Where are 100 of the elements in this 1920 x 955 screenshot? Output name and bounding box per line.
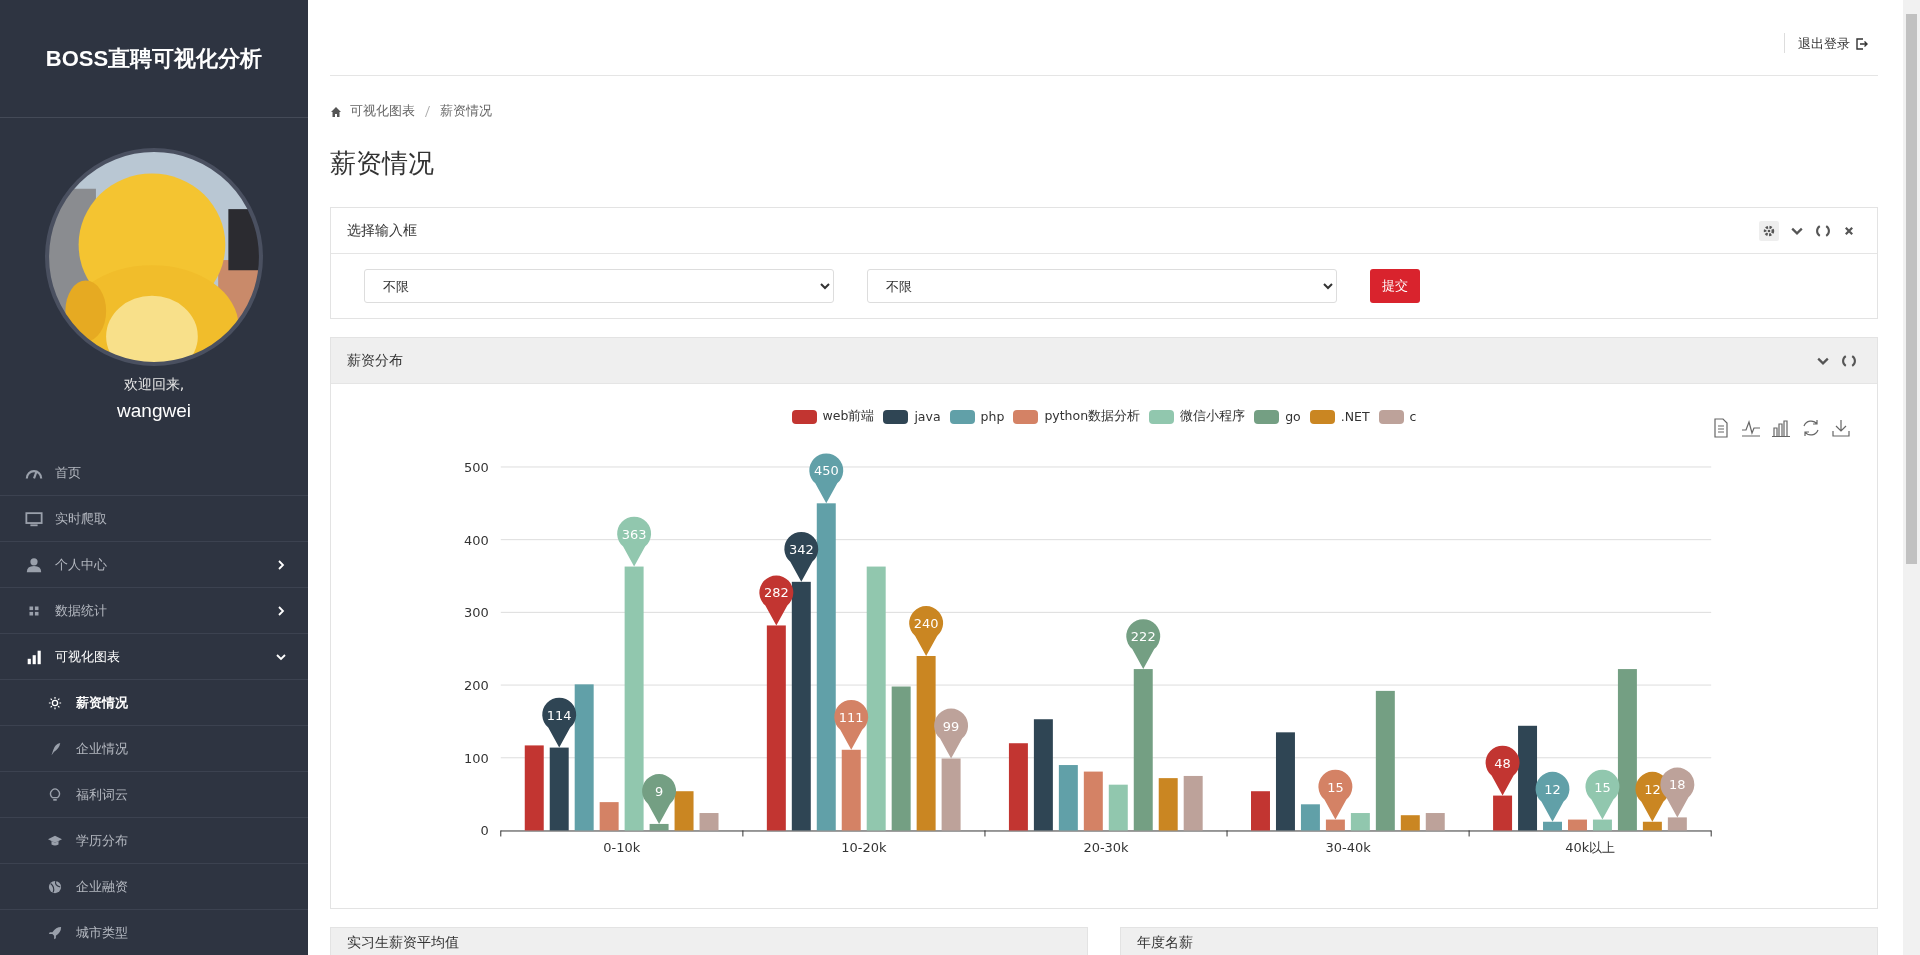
axis-category-label: 30-40k <box>1325 840 1371 856</box>
annotation: 12 <box>1644 781 1661 797</box>
axis-tick-label: 300 <box>464 605 489 621</box>
value-pin: 9 <box>642 774 677 824</box>
annotation: 240 <box>913 616 939 632</box>
axis-tick-label: 200 <box>464 678 489 694</box>
bar <box>1251 791 1270 831</box>
value-pin: 15 <box>1318 769 1353 820</box>
rocket-icon <box>48 925 62 940</box>
axis-tick-label: 500 <box>464 459 489 475</box>
annotation: 12 <box>1544 781 1561 797</box>
bar <box>699 813 719 831</box>
annotation: 222 <box>1130 629 1156 645</box>
bar <box>1058 765 1078 831</box>
menu-item[interactable]: 可视化图表 <box>0 634 308 680</box>
legend-item[interactable]: .NET <box>1309 408 1370 425</box>
bar <box>1158 778 1178 831</box>
annotation: 342 <box>788 541 814 557</box>
bar <box>1183 775 1203 831</box>
panel-title: 薪资分布 <box>347 351 403 370</box>
submenu-item[interactable]: 企业融资 <box>0 864 308 910</box>
panel-title: 选择输入框 <box>347 221 417 240</box>
annotation: 363 <box>621 526 647 542</box>
chevron-icon <box>276 559 286 570</box>
select-field[interactable]: 不限 <box>364 269 834 303</box>
annotation: 15 <box>1327 779 1344 795</box>
legend-item[interactable]: 微信小程序 <box>1149 408 1246 425</box>
menu-item[interactable]: 个人中心 <box>0 542 308 588</box>
logout-link[interactable]: 退出登录 <box>1798 35 1868 53</box>
value-pin: 111 <box>834 699 869 750</box>
bar <box>1425 813 1445 831</box>
axis-category-label: 10-20k <box>841 840 887 856</box>
bar <box>1642 821 1662 831</box>
value-pin: 15 <box>1585 769 1620 820</box>
annotation: 9 <box>654 783 664 799</box>
menu-item[interactable]: 实时爬取 <box>0 496 308 542</box>
bar <box>1667 817 1687 831</box>
scrollbar[interactable] <box>1903 0 1920 955</box>
breadcrumb-link[interactable]: 薪资情况 <box>440 103 492 120</box>
bar <box>1350 813 1370 831</box>
annotation: 99 <box>942 718 960 734</box>
username: wangwei <box>117 400 191 422</box>
annotation: 15 <box>1594 779 1611 795</box>
bar-chart-icon[interactable] <box>1771 418 1791 438</box>
home-icon <box>330 105 342 118</box>
sun-icon <box>48 695 62 710</box>
submenu-item[interactable]: 企业情况 <box>0 726 308 772</box>
value-pin: 450 <box>809 453 844 504</box>
annotation: 282 <box>763 585 789 601</box>
bar <box>599 802 619 831</box>
value-pin: 114 <box>542 697 577 748</box>
legend-item[interactable]: go <box>1254 408 1301 425</box>
bar <box>1568 819 1587 831</box>
menu-item[interactable]: 首页 <box>0 450 308 496</box>
document-icon[interactable] <box>1711 418 1731 438</box>
select-field[interactable]: 不限 <box>867 269 1337 303</box>
axis-tick-label: 100 <box>464 750 489 766</box>
annotation: 450 <box>813 463 839 479</box>
logout-icon <box>1856 38 1868 50</box>
legend-item[interactable]: php <box>949 408 1005 425</box>
axis-tick-label: 0 <box>480 823 489 839</box>
monitor-icon <box>25 510 43 527</box>
graduation-cap-icon <box>48 833 62 848</box>
app-title: BOSS直聘可视化分析 <box>0 0 308 118</box>
submenu-item[interactable]: 学历分布 <box>0 818 308 864</box>
legend-item[interactable]: java <box>883 408 941 425</box>
submenu-item[interactable]: 福利词云 <box>0 772 308 818</box>
bar <box>1325 819 1345 831</box>
value-pin: 12 <box>1535 771 1570 822</box>
bar <box>1493 795 1513 831</box>
line-chart-icon[interactable] <box>1741 418 1761 438</box>
chevron-icon <box>276 605 286 616</box>
legend-item[interactable]: web前端 <box>791 408 875 425</box>
bar-chart-icon <box>25 648 43 665</box>
bar <box>1108 784 1128 831</box>
download-icon[interactable] <box>1831 418 1851 438</box>
annotation: 18 <box>1669 777 1686 793</box>
chevron-icon <box>276 651 286 662</box>
menu-item[interactable]: 数据统计 <box>0 588 308 634</box>
value-pin: 282 <box>759 575 794 626</box>
lightbulb-icon <box>48 787 62 802</box>
submit-button[interactable]: 提交 <box>1370 269 1420 303</box>
axis-tick-label: 400 <box>464 532 489 548</box>
bar <box>1400 815 1420 831</box>
bar <box>1543 821 1562 831</box>
value-pin: 18 <box>1660 767 1695 818</box>
panel-title: 实习生薪资平均值 <box>347 935 459 949</box>
breadcrumb-link[interactable]: 可视化图表 <box>350 103 415 120</box>
settings-icon[interactable] <box>1759 220 1779 241</box>
value-pin: 48 <box>1485 745 1520 796</box>
bar <box>649 823 669 831</box>
value-pin: 222 <box>1126 619 1161 670</box>
user-icon <box>25 556 43 573</box>
axis-category-label: 0-10k <box>603 840 641 856</box>
legend-item[interactable]: c <box>1378 408 1417 425</box>
submenu-item[interactable]: 薪资情况 <box>0 680 308 726</box>
legend-item[interactable]: python数据分析 <box>1013 408 1141 425</box>
page-title: 薪资情况 <box>330 147 435 180</box>
welcome-text: 欢迎回来, <box>123 376 185 394</box>
submenu-item[interactable]: 城市类型 <box>0 910 308 955</box>
